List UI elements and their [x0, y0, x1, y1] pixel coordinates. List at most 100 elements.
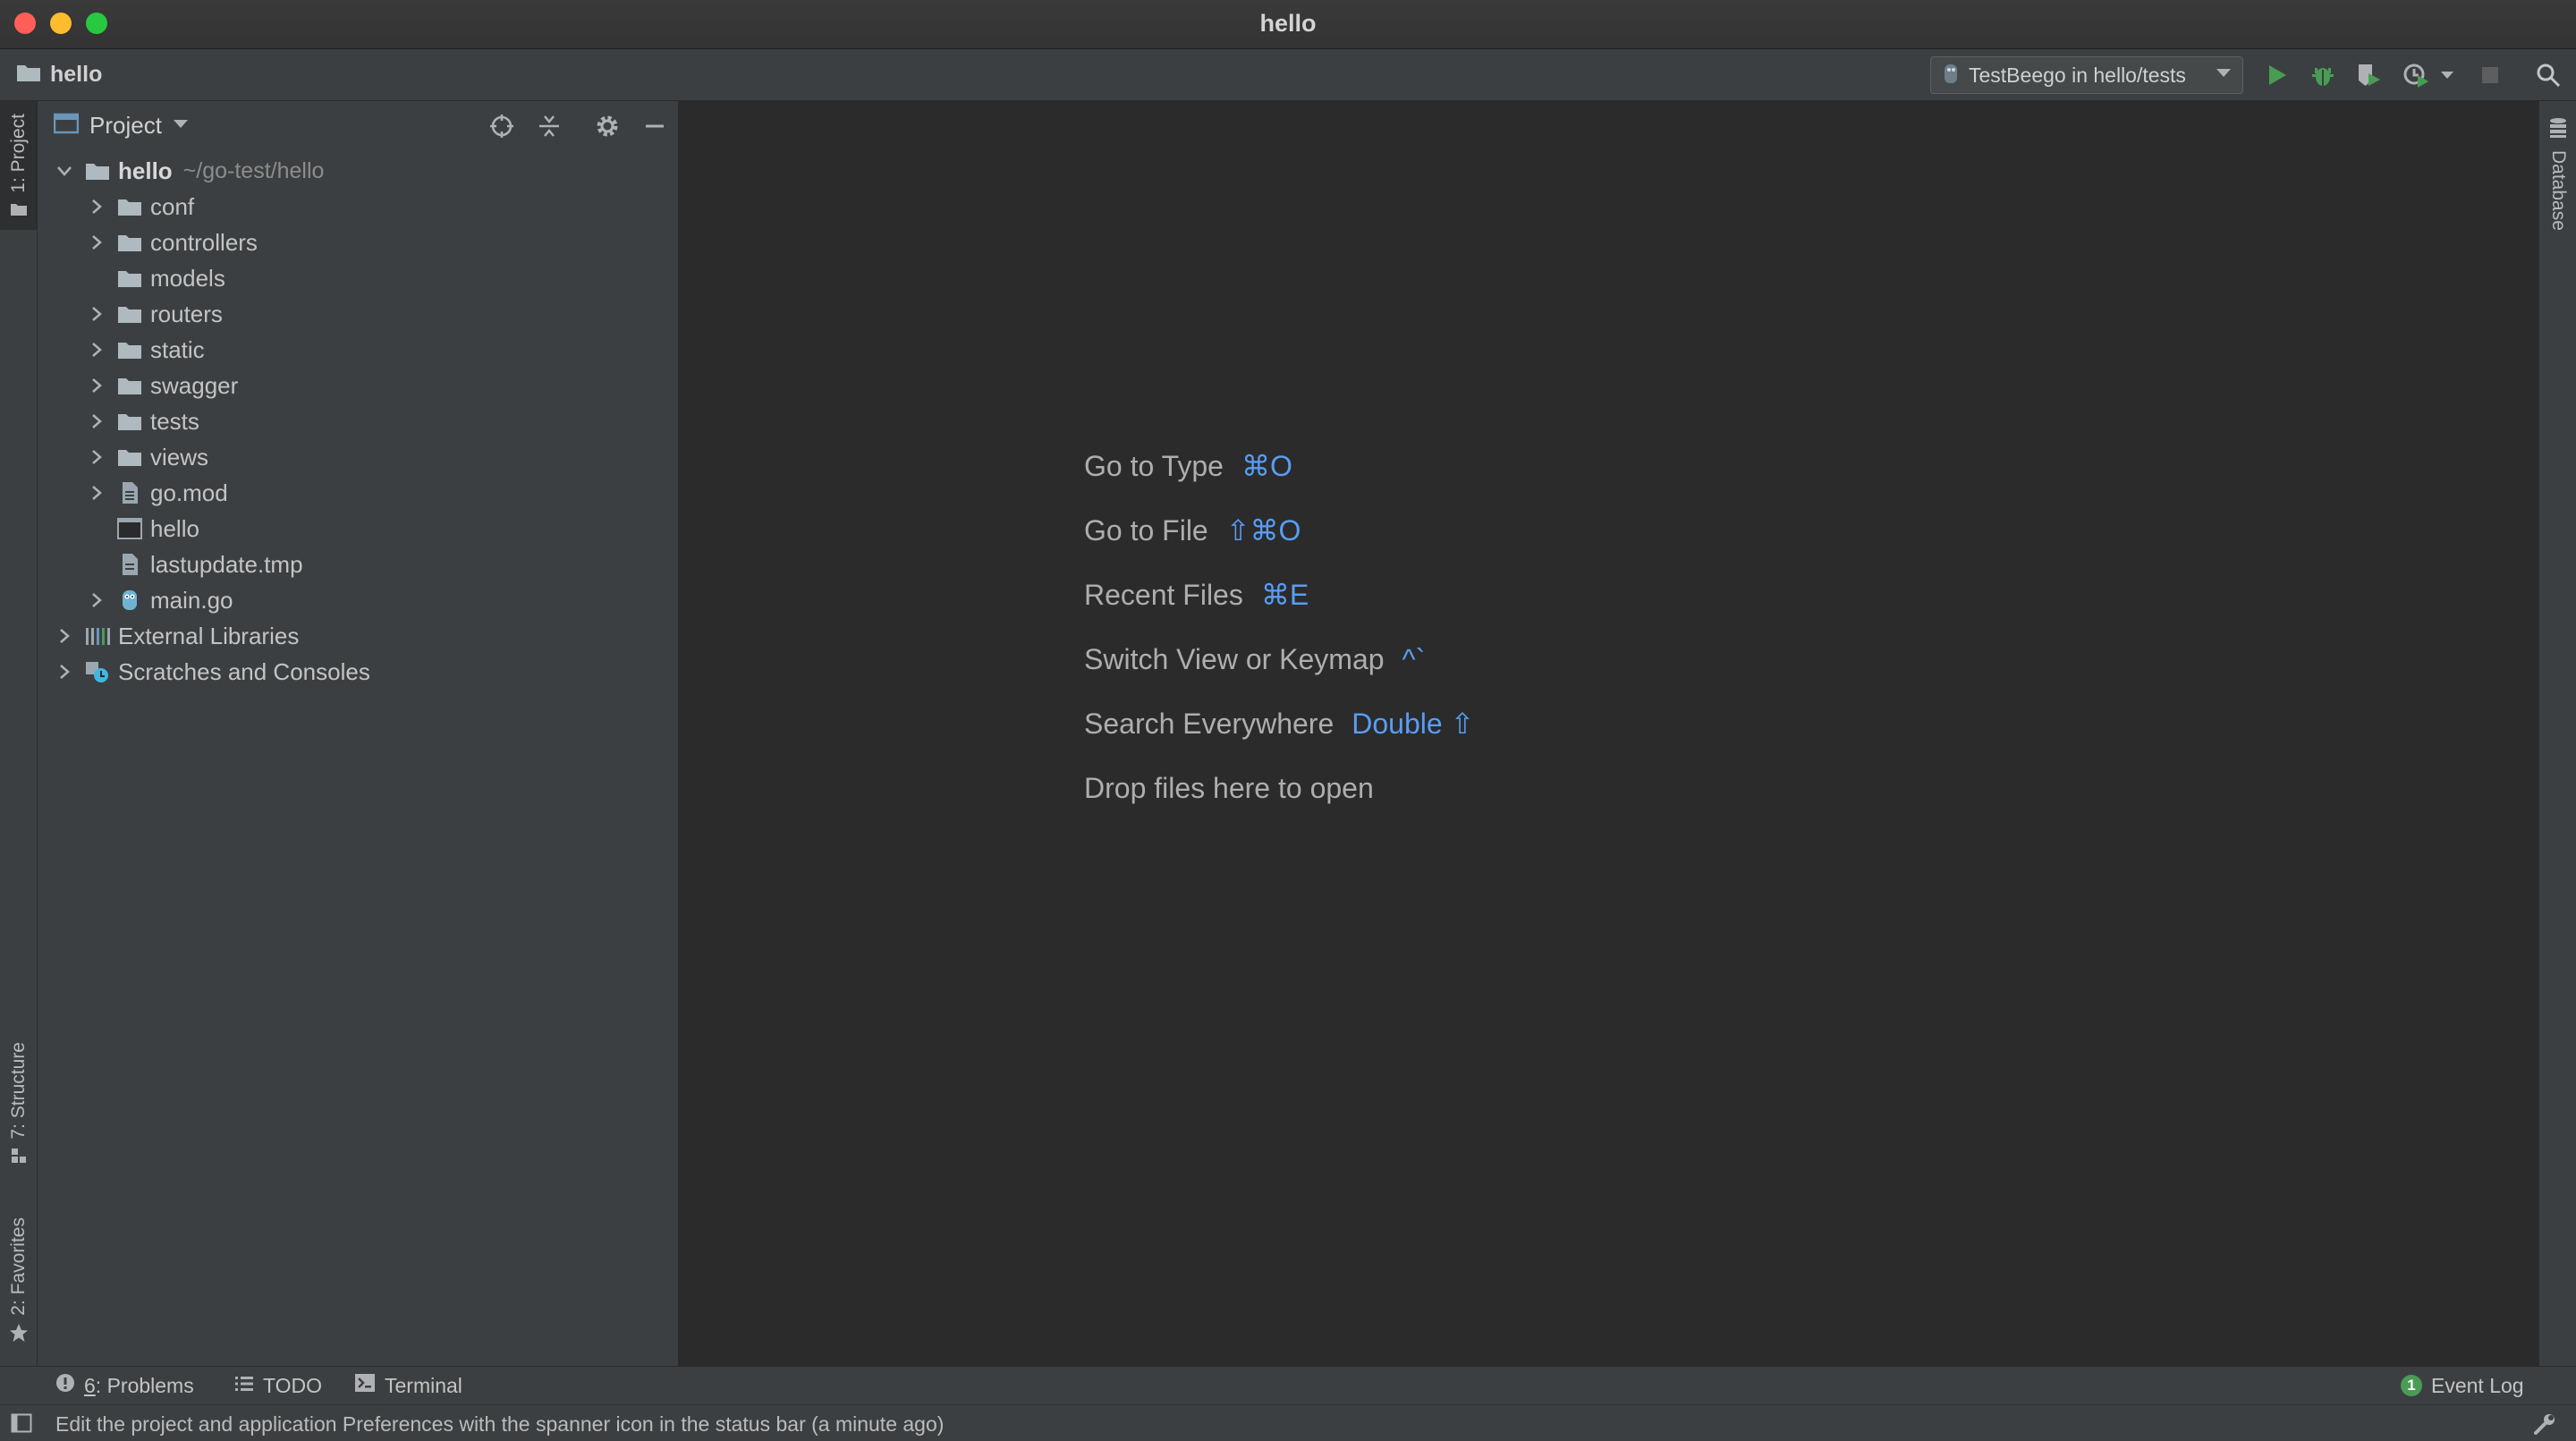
tree-node[interactable]: models	[38, 260, 678, 296]
hint-action-label: Drop files here to open	[1084, 771, 1374, 804]
chevron-right-icon[interactable]	[86, 589, 107, 611]
window-title: hello	[1259, 10, 1317, 37]
tree-node-label: tests	[150, 407, 199, 435]
favorites-tool-window-tab[interactable]: 2: Favorites	[0, 1207, 37, 1358]
warning-circle-icon	[55, 1373, 75, 1398]
right-tool-window-stripe: Database	[2538, 101, 2576, 1366]
gomod-file-icon	[116, 481, 143, 504]
bug-icon	[2312, 68, 2334, 86]
coverage-icon	[2359, 64, 2380, 86]
run-button[interactable]	[2263, 61, 2292, 89]
project-tool-window-tab[interactable]: 1: Project	[0, 101, 37, 230]
chevron-right-icon[interactable]	[54, 625, 75, 647]
tool-windows-icon	[11, 1413, 32, 1433]
tree-node[interactable]: conf	[38, 189, 678, 225]
tree-node[interactable]: External Libraries	[38, 618, 678, 654]
text-file-icon	[116, 553, 143, 576]
problems-label: : Problems	[95, 1373, 194, 1397]
search-icon	[2537, 64, 2561, 88]
folder-icon	[10, 202, 28, 221]
tree-node[interactable]: go.mod	[38, 475, 678, 511]
collapse-all-button[interactable]	[535, 112, 564, 140]
navigation-bar: hello TestBeego in hello/tests	[0, 49, 2576, 101]
chevron-right-icon[interactable]	[86, 411, 107, 432]
executable-file-icon	[116, 517, 143, 540]
chevron-down-icon[interactable]	[54, 160, 75, 182]
settings-spanner-button[interactable]	[2533, 1412, 2556, 1440]
breadcrumb[interactable]: hello	[16, 62, 102, 88]
database-tool-window-tab[interactable]: Database	[2539, 117, 2576, 231]
profiler-icon	[2403, 64, 2428, 88]
chevron-right-icon[interactable]	[86, 196, 107, 217]
hint-shortcut: ⌘E	[1260, 579, 1309, 611]
chevron-right-icon[interactable]	[86, 339, 107, 360]
tree-node-label: main.go	[150, 586, 233, 614]
problems-tool-window-button[interactable]: 6: Problems	[55, 1367, 194, 1404]
favorites-tab-label: 2: Favorites	[7, 1217, 29, 1316]
tree-node-label: hello	[150, 514, 199, 542]
project-panel-title: Project	[89, 112, 162, 139]
editor-area[interactable]: Go to Type ⌘O Go to File ⇧⌘O Recent Files ⌘E S…	[679, 101, 2538, 1366]
gear-icon	[597, 115, 618, 137]
status-message: Edit the project and application Prefere…	[55, 1412, 945, 1436]
project-settings-button[interactable]	[593, 112, 622, 140]
todo-tool-window-button[interactable]: TODO	[234, 1367, 322, 1404]
search-everywhere-button[interactable]	[2534, 61, 2563, 89]
run-with-coverage-button[interactable]	[2355, 61, 2384, 89]
structure-icon	[10, 1147, 28, 1169]
more-run-options-button[interactable]	[2436, 61, 2458, 89]
event-log-button[interactable]: 1 Event Log	[2401, 1367, 2524, 1404]
project-view-selector[interactable]: Project	[53, 112, 189, 140]
stop-button[interactable]	[2476, 61, 2504, 89]
tree-node-label: External Libraries	[118, 622, 300, 649]
scratches-icon	[84, 660, 111, 683]
tree-node[interactable]: lastupdate.tmp	[38, 547, 678, 582]
hint-action-label: Recent Files	[1084, 578, 1243, 611]
editor-hint: Recent Files ⌘E	[1084, 563, 1474, 627]
editor-hint: Switch View or Keymap ^`	[1084, 627, 1474, 691]
hint-shortcut: Double ⇧	[1352, 708, 1475, 740]
structure-tab-label: 7: Structure	[7, 1042, 29, 1140]
profile-button[interactable]	[2402, 61, 2431, 89]
tree-node[interactable]: tests	[38, 403, 678, 439]
tree-node[interactable]: main.go	[38, 582, 678, 618]
folder-icon	[16, 63, 41, 87]
tree-node[interactable]: hello	[38, 511, 678, 547]
tree-node-label: lastupdate.tmp	[150, 550, 303, 578]
chevron-right-icon[interactable]	[86, 232, 107, 253]
chevron-right-icon[interactable]	[86, 303, 107, 325]
hint-action-label: Go to Type	[1084, 449, 1224, 482]
select-opened-file-button[interactable]	[487, 112, 516, 140]
tree-node[interactable]: static	[38, 332, 678, 368]
database-icon	[2548, 117, 2568, 143]
folder-icon	[116, 445, 143, 469]
tree-node[interactable]: views	[38, 439, 678, 475]
terminal-tool-window-button[interactable]: Terminal	[354, 1367, 462, 1404]
folder-icon	[116, 195, 143, 218]
hint-shortcut: ⌘O	[1241, 450, 1292, 482]
chevron-right-icon[interactable]	[86, 446, 107, 468]
event-log-label: Event Log	[2431, 1373, 2524, 1397]
tree-node[interactable]: swagger	[38, 368, 678, 403]
toggle-tool-windows-button[interactable]	[11, 1413, 32, 1437]
structure-tool-window-tab[interactable]: 7: Structure	[0, 1031, 37, 1180]
run-configuration-selector[interactable]: TestBeego in hello/tests	[1930, 56, 2243, 94]
chevron-down-icon	[2216, 67, 2232, 83]
hide-panel-button[interactable]	[640, 112, 669, 140]
chevron-down-icon	[173, 118, 189, 134]
debug-button[interactable]	[2309, 61, 2337, 89]
bottom-tool-window-bar: 6: Problems TODO Terminal 1 Event Log	[0, 1366, 2576, 1404]
tree-node[interactable]: Scratches and Consoles	[38, 654, 678, 690]
tree-node-label: routers	[150, 300, 223, 327]
chevron-right-icon[interactable]	[86, 482, 107, 504]
database-tab-label: Database	[2548, 150, 2569, 231]
chevron-right-icon[interactable]	[54, 661, 75, 682]
tree-node[interactable]: controllers	[38, 225, 678, 260]
tree-node[interactable]: hello ~/go-test/hello	[38, 153, 678, 189]
collapse-all-icon	[539, 115, 559, 137]
chevron-right-icon[interactable]	[86, 375, 107, 396]
stop-icon	[2482, 67, 2498, 83]
tree-node[interactable]: routers	[38, 296, 678, 332]
todo-label: TODO	[263, 1373, 323, 1397]
tree-node-label: views	[150, 443, 209, 470]
